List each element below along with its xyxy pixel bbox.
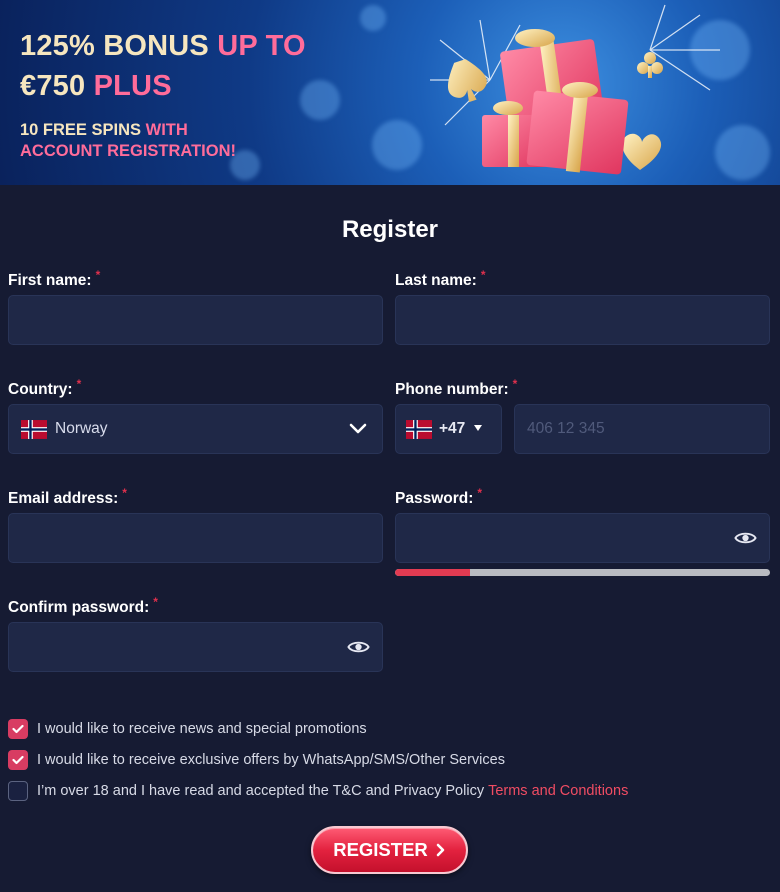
email-label: Email address: * (8, 486, 127, 508)
checkmark-icon (12, 755, 24, 765)
required-mark: * (76, 377, 82, 391)
promo-headline-1: 125% BONUS UP TO (20, 26, 306, 66)
first-name-label: First name: * (8, 268, 100, 290)
consent-age-label: I’m over 18 and I have read and accepted… (37, 783, 485, 799)
chevron-down-icon (349, 423, 367, 434)
terms-and-conditions-link[interactable]: Terms and Conditions (488, 783, 628, 799)
confirm-password-input[interactable] (9, 623, 382, 671)
country-select[interactable]: Norway (8, 404, 383, 454)
dial-code-select[interactable]: +47 (395, 404, 502, 454)
norway-flag-icon (21, 420, 47, 439)
consent-news-checkbox[interactable] (8, 719, 28, 739)
confirm-password-field-wrap (8, 622, 383, 672)
password-strength-bar (395, 569, 770, 576)
heart-icon (622, 133, 662, 170)
required-mark: * (480, 268, 486, 282)
last-name-input[interactable] (396, 296, 769, 344)
consent-news-label: I would like to receive news and special… (37, 721, 367, 737)
chevron-right-icon (436, 843, 445, 857)
first-name-label-text: First name: (8, 272, 92, 289)
dial-code-value: +47 (439, 420, 466, 437)
promo-subline: 10 FREE SPINS WITH ACCOUNT REGISTRATION! (20, 120, 306, 162)
consent-age-checkbox[interactable] (8, 781, 28, 801)
password-label-text: Password: (395, 490, 474, 507)
register-button[interactable]: REGISTER (311, 826, 468, 874)
last-name-label: Last name: * (395, 268, 486, 290)
promo-with: WITH (145, 121, 188, 139)
checkmark-icon (12, 724, 24, 734)
required-mark: * (477, 486, 483, 500)
show-password-eye-icon[interactable] (347, 639, 370, 655)
country-label: Country: * (8, 377, 81, 399)
phone-label: Phone number: * (395, 377, 517, 399)
bokeh-light (360, 5, 386, 31)
last-name-field-wrap (395, 295, 770, 345)
required-mark: * (512, 377, 518, 391)
country-selected-value: Norway (55, 420, 108, 437)
norway-flag-icon (406, 420, 432, 439)
consent-news-row: I would like to receive news and special… (8, 719, 367, 739)
spade-icon (448, 59, 487, 103)
gift-boxes-illustration (430, 4, 720, 175)
password-strength-fill (395, 569, 470, 576)
promo-headline-2: €750 PLUS (20, 66, 306, 106)
promo-banner: 125% BONUS UP TO €750 PLUS 10 FREE SPINS… (0, 0, 780, 185)
promo-text: 125% BONUS UP TO €750 PLUS 10 FREE SPINS… (20, 26, 306, 162)
last-name-label-text: Last name: (395, 272, 477, 289)
consent-age-row: I’m over 18 and I have read and accepted… (8, 781, 628, 801)
country-label-text: Country: (8, 381, 73, 398)
register-button-label: REGISTER (333, 839, 428, 860)
promo-registration: ACCOUNT REGISTRATION! (20, 142, 237, 160)
required-mark: * (153, 595, 158, 609)
required-mark: * (122, 486, 127, 500)
consent-offers-label: I would like to receive exclusive offers… (37, 752, 505, 768)
caret-down-icon (474, 425, 482, 431)
bokeh-light (300, 80, 340, 120)
page-title: Register (341, 216, 439, 243)
first-name-input[interactable] (9, 296, 382, 344)
first-name-field-wrap (8, 295, 383, 345)
required-mark: * (95, 268, 101, 282)
promo-amount: €750 (20, 70, 86, 102)
promo-plus: PLUS (93, 70, 172, 102)
password-input[interactable] (396, 514, 769, 562)
password-field-wrap (395, 513, 770, 563)
show-password-eye-icon[interactable] (734, 530, 757, 546)
consent-offers-checkbox[interactable] (8, 750, 28, 770)
email-field-wrap (8, 513, 383, 563)
password-label: Password: * (395, 486, 482, 508)
promo-up-to: UP TO (217, 30, 306, 62)
phone-label-text: Phone number: (395, 381, 509, 398)
promo-spins: 10 FREE SPINS (20, 121, 142, 139)
email-input[interactable] (9, 514, 382, 562)
promo-bonus: 125% BONUS (20, 30, 209, 62)
phone-field-wrap (514, 404, 770, 454)
confirm-password-label-text: Confirm password: (8, 599, 150, 616)
email-label-text: Email address: (8, 490, 119, 507)
consent-offers-row: I would like to receive exclusive offers… (8, 750, 505, 770)
confirm-password-label: Confirm password: * (8, 595, 158, 617)
phone-number-input[interactable] (515, 405, 769, 453)
